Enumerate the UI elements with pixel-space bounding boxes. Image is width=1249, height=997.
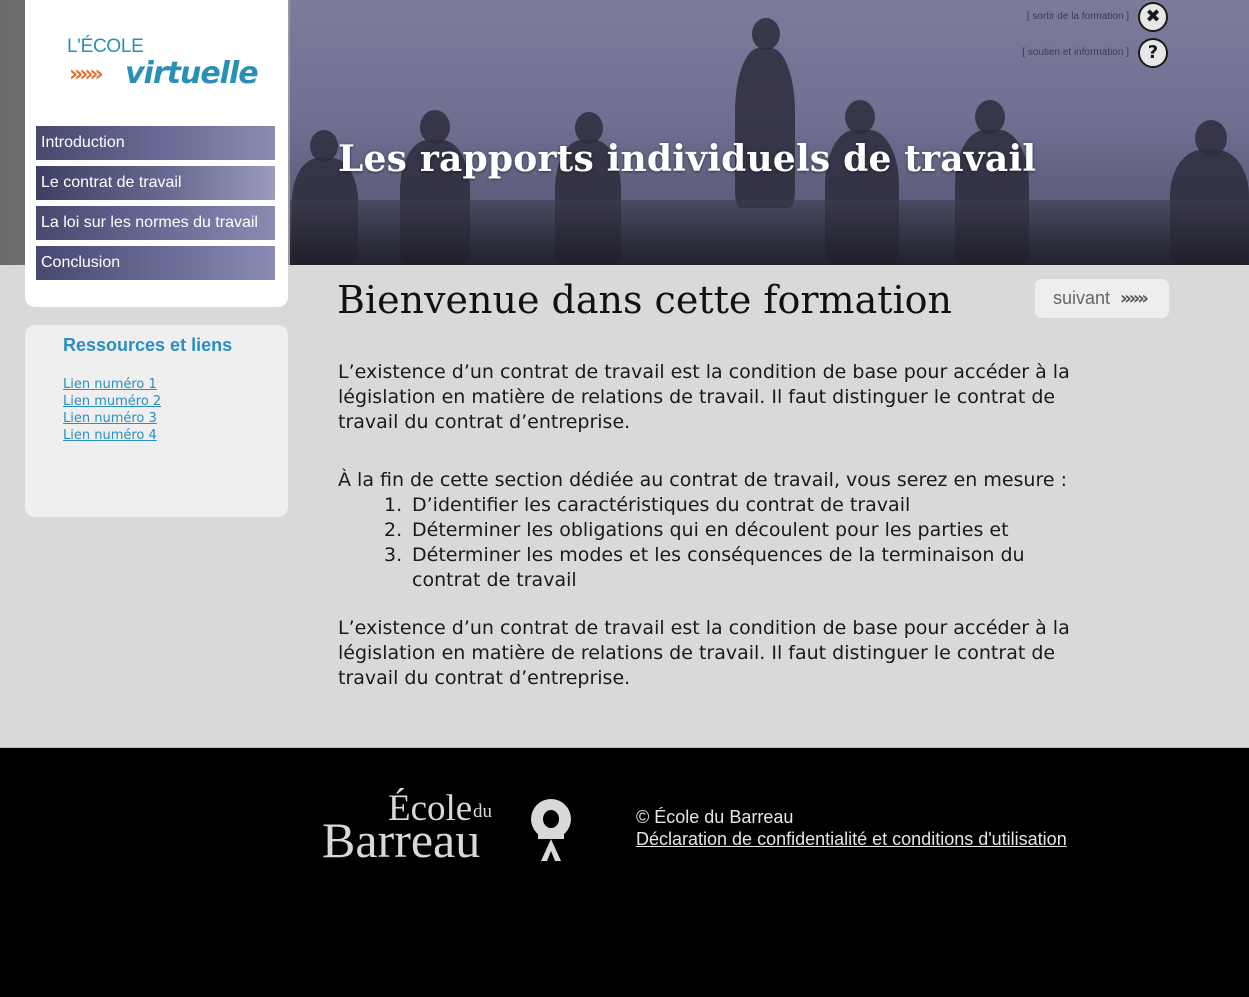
footer: École du Barreau © École du Barreau Décl… xyxy=(0,747,1249,997)
course-title: Les rapports individuels de travail xyxy=(338,138,1037,180)
next-button[interactable]: suivant »»» xyxy=(1035,279,1169,318)
ecole-virtuelle-logo[interactable]: L'ÉCOLE »»» virtuelle xyxy=(67,36,259,96)
list-item-number: 3. xyxy=(384,544,403,566)
page-title: Bienvenue dans cette formation xyxy=(337,278,952,322)
ecole-du-barreau-logo[interactable]: École du Barreau xyxy=(322,787,582,868)
resource-link-1[interactable]: Lien numéro 1 xyxy=(63,377,157,392)
list-item-number: 2. xyxy=(384,519,403,541)
resource-link-3[interactable]: Lien numéro 3 xyxy=(63,411,157,426)
footer-logo-barreau: Barreau xyxy=(322,812,481,868)
resources-title: Ressources et liens xyxy=(63,335,233,355)
barreau-emblem-icon xyxy=(531,799,571,861)
resource-link-2[interactable]: Lien muméro 2 xyxy=(63,394,161,409)
sidebar-item-introduction[interactable]: Introduction xyxy=(36,126,275,160)
help-icon[interactable]: ? xyxy=(1138,38,1168,68)
resources-panel: Ressources et liens Lien numéro 1 Lien m… xyxy=(25,325,288,517)
footer-divider xyxy=(0,747,1249,748)
sidebar-item-conclusion[interactable]: Conclusion xyxy=(36,246,275,280)
intro-paragraph: L’existence d’un contrat de travail est … xyxy=(338,361,1070,433)
list-item-text: D’identifier les caractéristiques du con… xyxy=(412,494,911,516)
banner-photo-figure xyxy=(752,18,780,50)
list-item: 3. Déterminer les modes et les conséquen… xyxy=(384,543,1084,593)
exit-course-link[interactable]: [ sortir de la formation ] xyxy=(1027,11,1129,22)
next-button-label: suivant xyxy=(1053,288,1111,308)
privacy-terms-link[interactable]: Déclaration de confidentialité et condit… xyxy=(636,829,1067,850)
logo-arrows-icon: »»» xyxy=(69,62,104,87)
closing-paragraph: L’existence d’un contrat de travail est … xyxy=(338,617,1070,689)
objectives-list: 1. D’identifier les caractéristiques du … xyxy=(384,493,1084,593)
close-icon[interactable]: ✖ xyxy=(1138,2,1168,32)
sidebar-item-contrat-de-travail[interactable]: Le contrat de travail xyxy=(36,166,275,200)
banner-photo-figure xyxy=(735,48,795,208)
next-arrows-icon: »»» xyxy=(1120,288,1149,309)
logo-top-text: L'ÉCOLE xyxy=(67,36,144,57)
list-item-number: 1. xyxy=(384,494,403,516)
objectives-intro: À la fin de cette section dédiée au cont… xyxy=(338,469,1067,491)
banner-photo-figure xyxy=(975,100,1005,134)
banner-photo-figure xyxy=(845,100,875,134)
banner-photo-table xyxy=(290,200,1249,265)
list-item: 2. Déterminer les obligations qui en déc… xyxy=(384,518,1084,543)
logo-bottom-text: virtuelle xyxy=(125,56,259,91)
list-item-text: Déterminer les modes et les conséquences… xyxy=(412,544,1025,591)
resource-link-4[interactable]: Lien numéro 4 xyxy=(63,428,157,443)
copyright-text: © École du Barreau xyxy=(636,807,794,827)
list-item: 1. D’identifier les caractéristiques du … xyxy=(384,493,1084,518)
help-info-link[interactable]: [ soutien et information ] xyxy=(1022,47,1129,58)
list-item-text: Déterminer les obligations qui en découl… xyxy=(412,519,1009,541)
sidebar-nav: L'ÉCOLE »»» virtuelle Introduction Le co… xyxy=(25,0,288,307)
sidebar-item-loi-normes-travail[interactable]: La loi sur les normes du travail xyxy=(36,206,275,240)
